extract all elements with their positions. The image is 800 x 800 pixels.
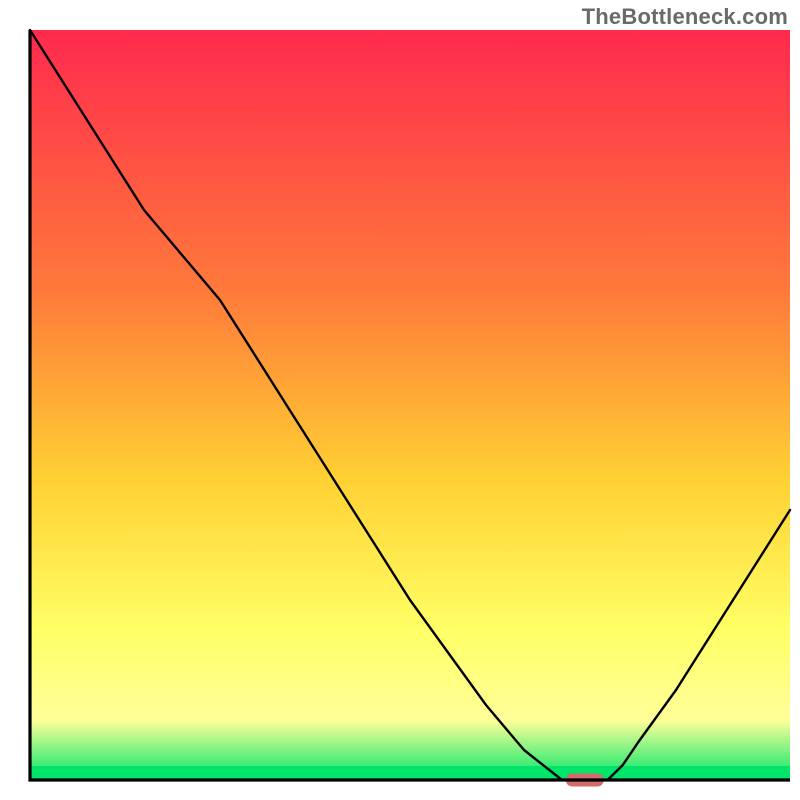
chart-container: TheBottleneck.com	[0, 0, 800, 800]
gradient-background	[30, 30, 790, 780]
green-baseline-strip	[30, 766, 790, 780]
watermark-text: TheBottleneck.com	[582, 4, 788, 30]
bottleneck-chart	[0, 0, 800, 800]
